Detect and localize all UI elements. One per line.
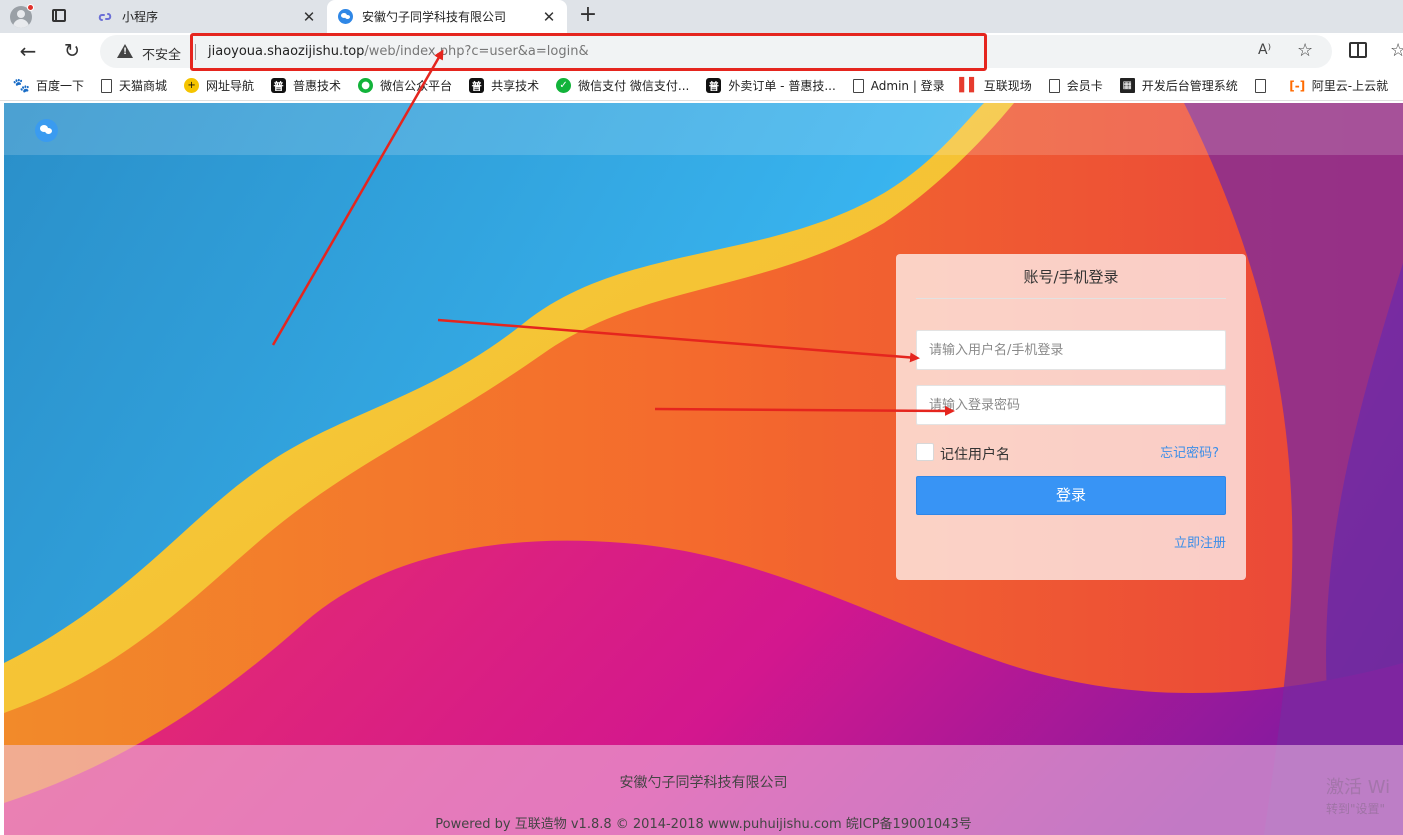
bars-icon: ▌▌ [959,78,980,93]
bookmark-takeout[interactable]: 普外卖订单 - 普惠技... [706,77,836,94]
security-label[interactable]: 不安全 [142,44,181,63]
paw-icon: 🐾 [12,77,31,94]
login-page: 账号/手机登录 记住用户名 忘记密码? 登录 立即注册 安徽勺子同学科技有限公司… [4,103,1403,835]
wechat-pay-icon: ✓ [556,78,572,93]
bookmark-wechat-pay[interactable]: ✓ 微信支付 微信支付... [556,77,689,94]
tab-miniprogram[interactable]: 小程序 ✕ [87,0,327,33]
puhui-icon: 普 [706,78,722,93]
read-aloud-icon[interactable]: A⁾ [1258,42,1271,58]
footer-powered: Powered by 互联造物 v1.8.8 © 2014-2018 www.p… [435,817,972,832]
register-link[interactable]: 立即注册 [1174,532,1226,551]
wechat-icon [337,9,353,25]
page-icon [1254,78,1266,93]
remember-checkbox[interactable] [916,443,934,461]
split-screen-icon[interactable] [1349,42,1367,58]
favorites-icon[interactable]: ☆ [1390,40,1403,61]
bookmark-baidu[interactable]: 🐾 百度一下 [12,77,84,94]
remember-label[interactable]: 记住用户名 [940,444,1010,464]
tab-strip: 小程序 ✕ 安徽勺子同学科技有限公司 ✕ + [0,0,1403,33]
wechat-icon[interactable] [35,119,58,142]
bookmark-share-tech[interactable]: 普共享技术 [469,77,539,94]
reload-button[interactable]: ↻ [60,40,84,64]
username-input[interactable] [916,330,1226,370]
forgot-password-link[interactable]: 忘记密码? [1160,442,1219,461]
nav-icon: + [184,78,200,93]
aliyun-icon: [-] [1289,78,1306,93]
page-footer: 安徽勺子同学科技有限公司 Powered by 互联造物 v1.8.8 © 20… [4,745,1403,835]
page-header [4,103,1403,155]
profile-notification-dot [27,4,34,11]
new-tab-button[interactable]: + [576,4,600,28]
login-button[interactable]: 登录 [916,476,1226,515]
activation-watermark: 激活 Wi [1326,777,1391,798]
bookmark-tmall[interactable]: 天猫商城 [101,77,167,94]
activation-watermark-sub: 转到"设置" [1326,802,1386,816]
bookmark-dev-admin[interactable]: ▦ 开发后台管理系统 [1119,77,1238,94]
page-icon [852,78,864,93]
puhui-icon: 普 [271,78,287,93]
footer-company: 安徽勺子同学科技有限公司 [619,775,788,791]
wechat-icon: ● [358,78,374,93]
password-input[interactable] [916,385,1226,425]
login-card: 账号/手机登录 记住用户名 忘记密码? 登录 立即注册 [896,254,1246,580]
page-icon [101,78,113,93]
bookmarks-bar: 🐾 百度一下 天猫商城 + 网址导航 普普惠技术 ● 微信公众平台 普共享技术 ✓ 微信… [0,71,1403,101]
url-highlight-box [190,33,987,71]
link-icon [97,9,113,25]
warning-icon[interactable] [117,44,133,58]
tab-close-icon[interactable]: ✕ [541,9,557,25]
bookmark-hulian[interactable]: ▌▌ 互联现场 [959,77,1032,94]
tab-title: 安徽勺子同学科技有限公司 [362,10,507,24]
tab-login-page[interactable]: 安徽勺子同学科技有限公司 ✕ [327,0,567,33]
puhui-icon: 普 [469,78,485,93]
favorite-star-icon[interactable]: ☆ [1297,40,1313,61]
bookmark-admin[interactable]: Admin | 登录 [852,77,945,94]
bookmark-nav[interactable]: + 网址导航 [184,77,254,94]
tab-actions-icon[interactable] [49,7,69,25]
bookmark-wechat-mp[interactable]: ● 微信公众平台 [358,77,452,94]
bookmark-aliyun[interactable]: [-] 阿里云-上云就 [1289,77,1388,94]
back-button[interactable]: ← [16,40,40,64]
bookmark-untitled[interactable] [1254,78,1273,93]
tab-close-icon[interactable]: ✕ [301,9,317,25]
qr-icon: ▦ [1119,78,1135,93]
bookmark-member-card[interactable]: 会员卡 [1048,77,1103,94]
tab-title: 小程序 [122,10,159,24]
title-divider [916,298,1226,299]
login-title: 账号/手机登录 [1023,268,1119,286]
bookmark-puhui[interactable]: 普普惠技术 [271,77,341,94]
page-icon [1048,78,1060,93]
